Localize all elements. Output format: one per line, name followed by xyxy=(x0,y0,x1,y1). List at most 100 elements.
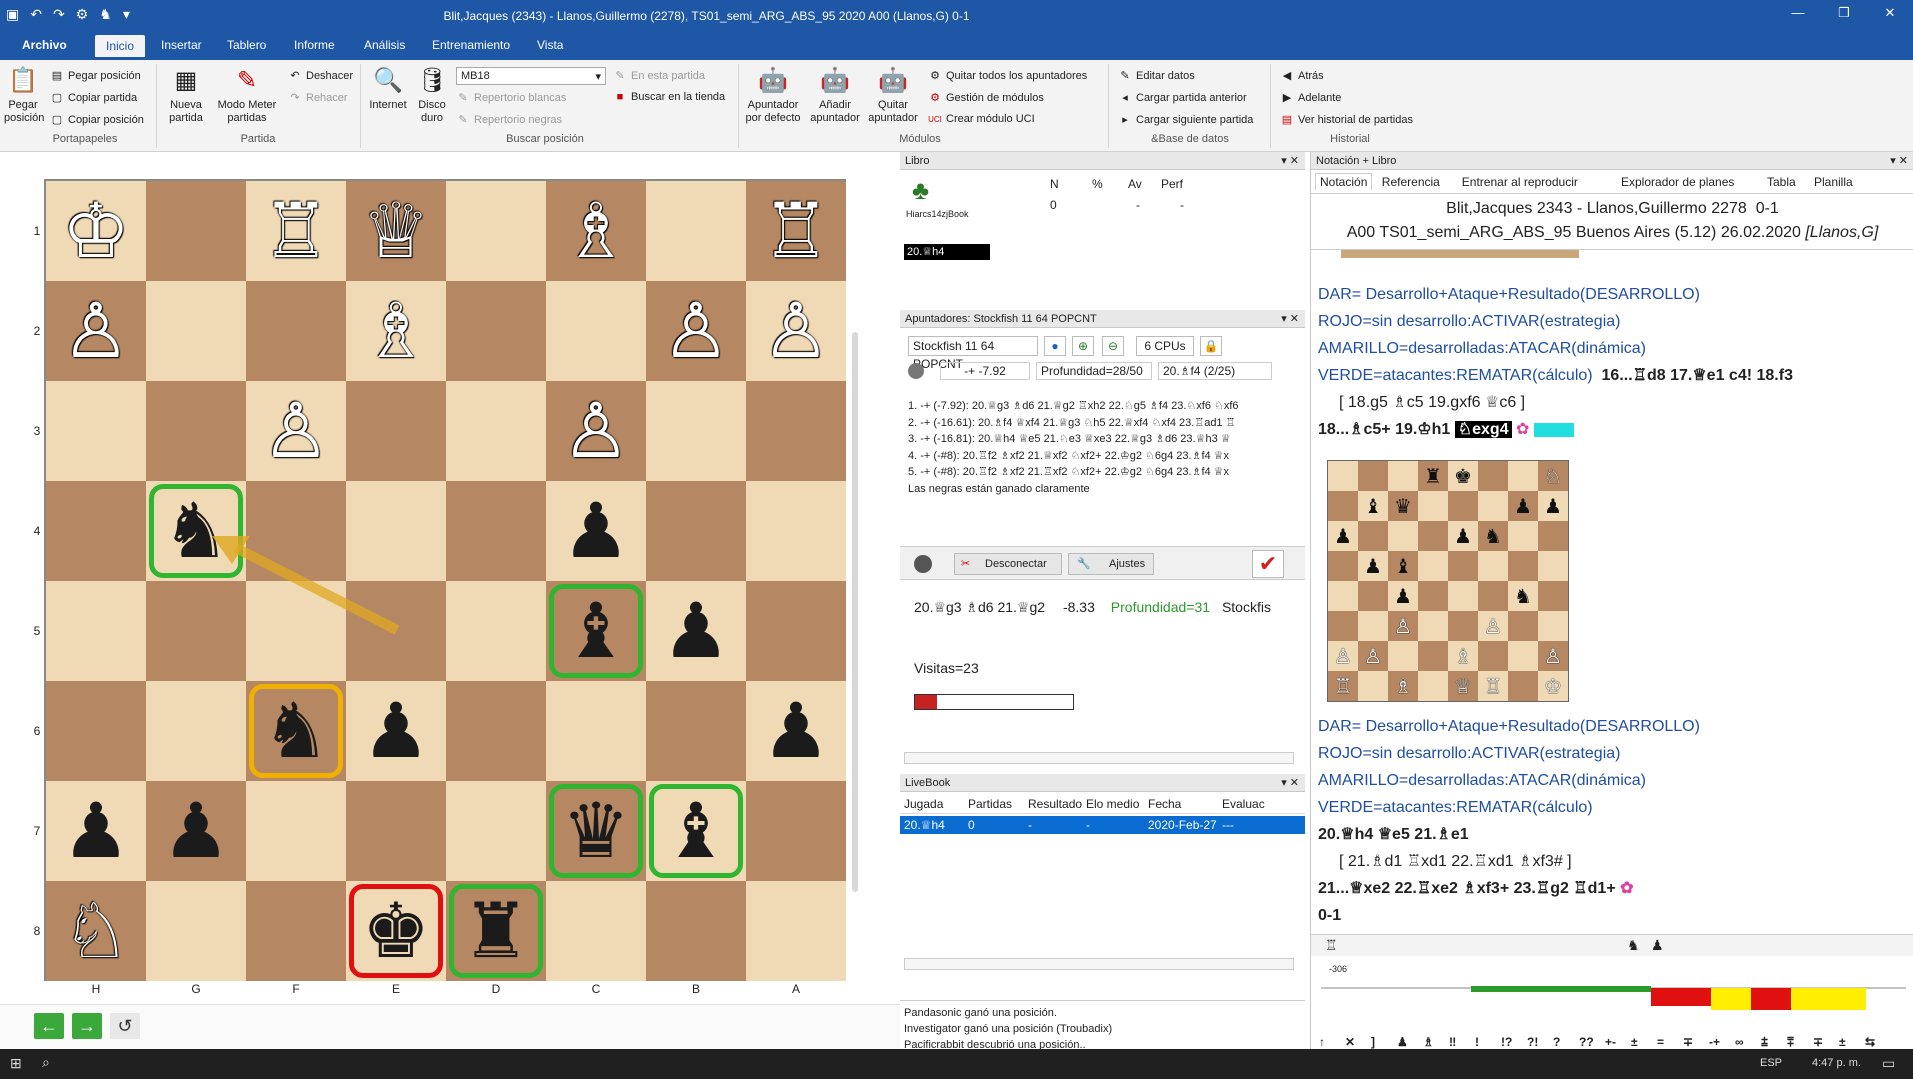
copy-game-button[interactable]: ▢ Copiar partida xyxy=(50,91,137,104)
notation-tab[interactable]: Entrenar al reproducir xyxy=(1462,175,1578,189)
annotation-symbol-button[interactable]: ⩲ xyxy=(1761,1035,1768,1050)
board-square[interactable] xyxy=(146,181,246,281)
board-square[interactable] xyxy=(446,781,546,881)
annotation-symbol-button[interactable]: ? xyxy=(1553,1035,1560,1049)
board-square[interactable] xyxy=(346,481,446,581)
close-icon[interactable]: ▾ ✕ xyxy=(1281,310,1299,328)
chess-piece[interactable]: ♖ xyxy=(246,181,346,281)
settings-button[interactable]: 🔧 Ajustes xyxy=(1068,553,1154,575)
chess-piece[interactable]: ♟ xyxy=(546,481,646,581)
load-next-game-button[interactable]: ▸ Cargar siguiente partida xyxy=(1118,113,1253,126)
database-select[interactable]: MB18 ▾ xyxy=(456,67,606,85)
remove-kibitzer-button[interactable]: 🤖 Quitar apuntador xyxy=(866,66,920,125)
annotation-symbol-button[interactable]: ] xyxy=(1371,1035,1375,1049)
annotation-symbol-button[interactable]: ‼ xyxy=(1449,1035,1456,1049)
livebook-col-header[interactable]: Elo medio xyxy=(1086,797,1139,811)
disconnect-button[interactable]: ✂ Desconectar xyxy=(954,553,1062,575)
engine-line[interactable]: 1. -+ (-7.92): 20.♕g3 ♗d6 21.♕g2 ♖xh2 22… xyxy=(908,398,1284,415)
maximize-button[interactable]: ❐ xyxy=(1821,0,1867,32)
board-square[interactable] xyxy=(146,281,246,381)
notation-tab[interactable]: Tabla xyxy=(1767,175,1796,189)
board-square[interactable] xyxy=(446,181,546,281)
engine-line[interactable]: 4. -+ (-#8): 20.♖f2 ♗xf2 21.♕xf2 ♘xf2+ 2… xyxy=(908,448,1284,465)
prev-move-button[interactable]: ← xyxy=(34,1013,64,1039)
chess-piece[interactable]: ♖ xyxy=(746,181,846,281)
chess-piece[interactable]: ♟ xyxy=(346,681,446,781)
hard-disk-button[interactable]: 🛢 Disco duro xyxy=(412,66,452,125)
board-square[interactable] xyxy=(146,881,246,981)
annotation-symbol-button[interactable]: ± xyxy=(1631,1035,1638,1049)
board-square[interactable] xyxy=(146,581,246,681)
chess-piece[interactable]: ♟ xyxy=(646,581,746,681)
default-kibitzer-button[interactable]: 🤖 Apuntador por defecto xyxy=(742,66,804,125)
chess-piece[interactable]: ♟ xyxy=(746,681,846,781)
chess-piece[interactable]: ♙ xyxy=(746,281,846,381)
create-uci-button[interactable]: UCI Crear módulo UCI xyxy=(928,113,1035,125)
tab-inicio[interactable]: Inicio xyxy=(95,35,146,57)
board-square[interactable] xyxy=(246,481,346,581)
annotation-symbol-button[interactable]: ♗ xyxy=(1423,1035,1434,1049)
language-indicator[interactable]: ESP xyxy=(1760,1057,1782,1069)
copy-position-button[interactable]: ▢ Copiar posición xyxy=(50,113,144,126)
annotation-symbol-button[interactable]: ?? xyxy=(1579,1035,1594,1049)
board-square[interactable] xyxy=(446,481,546,581)
search-store-button[interactable]: ■ Buscar en la tienda xyxy=(613,91,726,103)
notation-tab[interactable]: Referencia xyxy=(1382,175,1440,189)
annotation-symbol-button[interactable]: ∓ xyxy=(1813,1035,1823,1049)
board-square[interactable] xyxy=(746,381,846,481)
chess-piece[interactable]: ♙ xyxy=(546,381,646,481)
tab-analisis[interactable]: Análisis xyxy=(364,38,405,52)
livebook-row[interactable]: 20.♕h4 0 - - 2020-Feb-27 --- xyxy=(900,816,1305,834)
annotation-symbol-button[interactable]: -+ xyxy=(1709,1035,1720,1049)
close-icon[interactable]: ▾ ✕ xyxy=(1281,152,1299,170)
annotation-symbol-button[interactable]: ⩱ xyxy=(1787,1035,1794,1050)
board-square[interactable] xyxy=(546,681,646,781)
board-square[interactable] xyxy=(646,681,746,781)
engine-line[interactable]: 5. -+ (-#8): 20.♖f2 ♗xf2 21.♖xf2 ♘xf2+ 2… xyxy=(908,464,1284,481)
livebook-col-header[interactable]: Evaluac xyxy=(1222,797,1265,811)
zoom-out-button[interactable]: ⊖ xyxy=(1102,336,1124,356)
redo-button[interactable]: ↷ Rehacer xyxy=(288,91,347,104)
board-square[interactable] xyxy=(346,381,446,481)
board-square[interactable] xyxy=(46,581,146,681)
chess-piece[interactable]: ♞ xyxy=(246,681,346,781)
windows-start-icon[interactable]: ⊞ xyxy=(10,1055,22,1072)
lock-button[interactable]: 🔒 xyxy=(1200,336,1222,356)
entry-mode-button[interactable]: ✎ Modo Meter partidas xyxy=(212,66,282,125)
board-square[interactable] xyxy=(46,481,146,581)
chess-piece[interactable]: ♕ xyxy=(346,181,446,281)
board-square[interactable] xyxy=(746,781,846,881)
annotation-symbol-button[interactable]: ∓ xyxy=(1683,1035,1693,1049)
game-history-button[interactable]: ▤ Ver historial de partidas xyxy=(1280,113,1413,126)
horizontal-scrollbar[interactable] xyxy=(904,958,1294,970)
board-square[interactable] xyxy=(446,281,546,381)
load-previous-game-button[interactable]: ◂ Cargar partida anterior xyxy=(1118,91,1246,104)
engine-line[interactable]: 2. -+ (-16.61): 20.♗f4 ♕xf4 21.♕g3 ♘h5 2… xyxy=(908,415,1284,432)
tab-insertar[interactable]: Insertar xyxy=(161,38,202,52)
move-line[interactable]: 20.♕h4 ♕e5 21.♗e1 xyxy=(1318,824,1469,846)
chess-board[interactable]: ♔ ♖ ♕ ♗ ♖ ♙ ♗ ♙ ♙ ♙ ♙ ♞ ♟ ♝ ♟ ♞ ♟ ♟ ♟ ♟ ♛ ♝ ♘ ♚ ♜ xyxy=(44,179,846,981)
annotation-symbol-button[interactable]: ♟ xyxy=(1397,1035,1408,1049)
annotation-symbol-button[interactable]: = xyxy=(1657,1035,1664,1049)
board-square[interactable] xyxy=(446,381,546,481)
board-square[interactable] xyxy=(246,581,346,681)
board-square[interactable] xyxy=(546,281,646,381)
next-move-button[interactable]: → xyxy=(72,1013,102,1039)
chess-piece[interactable]: ♛ xyxy=(546,781,646,881)
chess-piece[interactable]: ♚ xyxy=(346,881,446,981)
engine-stop-button[interactable]: ● xyxy=(1044,336,1066,356)
board-square[interactable] xyxy=(46,681,146,781)
annotation-symbol-button[interactable]: +- xyxy=(1605,1035,1616,1049)
notification-icon[interactable]: ▭ xyxy=(1882,1055,1895,1072)
variation[interactable]: [ 18.g5 ♗c5 19.gxf6 ♕c6 ] xyxy=(1339,392,1525,414)
annotation-symbol-button[interactable]: ∞ xyxy=(1735,1035,1744,1049)
chess-piece[interactable]: ♘ xyxy=(46,881,146,981)
livebook-col-header[interactable]: Partidas xyxy=(968,797,1012,811)
chess-piece[interactable]: ♙ xyxy=(646,281,746,381)
board-square[interactable] xyxy=(246,281,346,381)
move-sequence[interactable]: 16...♖d8 17.♕e1 c4! 18.f3 xyxy=(1602,367,1793,384)
zoom-in-button[interactable]: ⊕ xyxy=(1072,336,1094,356)
board-square[interactable] xyxy=(46,381,146,481)
livebook-col-header[interactable]: Jugada xyxy=(904,797,943,811)
livebook-col-header[interactable]: Resultado xyxy=(1028,797,1082,811)
